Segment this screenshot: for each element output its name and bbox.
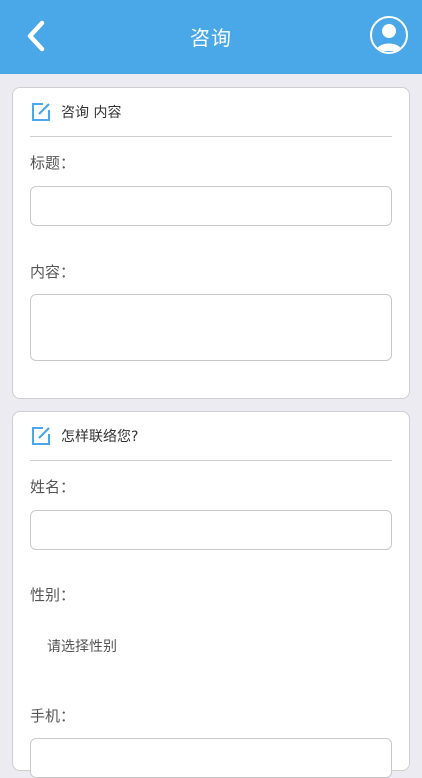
name-label: 姓名： xyxy=(30,478,76,496)
phone-label: 手机： xyxy=(30,707,76,725)
contact-card-header: 怎样联络您? xyxy=(30,412,392,461)
name-input[interactable] xyxy=(30,510,392,550)
subject-label: 标题： xyxy=(30,154,76,172)
contact-info-card: 怎样联络您? 姓名： 性别： 请选择性别 手机： xyxy=(12,411,410,778)
top-app-bar: 咨询 xyxy=(0,0,422,74)
edit-icon xyxy=(32,103,50,121)
consult-card-title: 咨询 内容 xyxy=(61,105,122,121)
edit-icon xyxy=(32,427,50,445)
user-avatar-icon xyxy=(376,24,402,51)
gender-select[interactable]: 请选择性别 xyxy=(47,636,117,656)
contact-card-title: 怎样联络您? xyxy=(61,429,139,445)
phone-input[interactable] xyxy=(30,738,392,778)
content-textarea[interactable] xyxy=(30,294,392,361)
subject-input[interactable] xyxy=(30,186,392,226)
content-label: 内容： xyxy=(30,263,76,281)
consult-content-card: 咨询 内容 标题： 内容： xyxy=(12,87,410,399)
user-avatar-button[interactable] xyxy=(370,16,408,54)
gender-label: 性别： xyxy=(30,586,76,604)
page-title: 咨询 xyxy=(190,26,232,50)
consult-card-header: 咨询 内容 xyxy=(30,88,392,137)
